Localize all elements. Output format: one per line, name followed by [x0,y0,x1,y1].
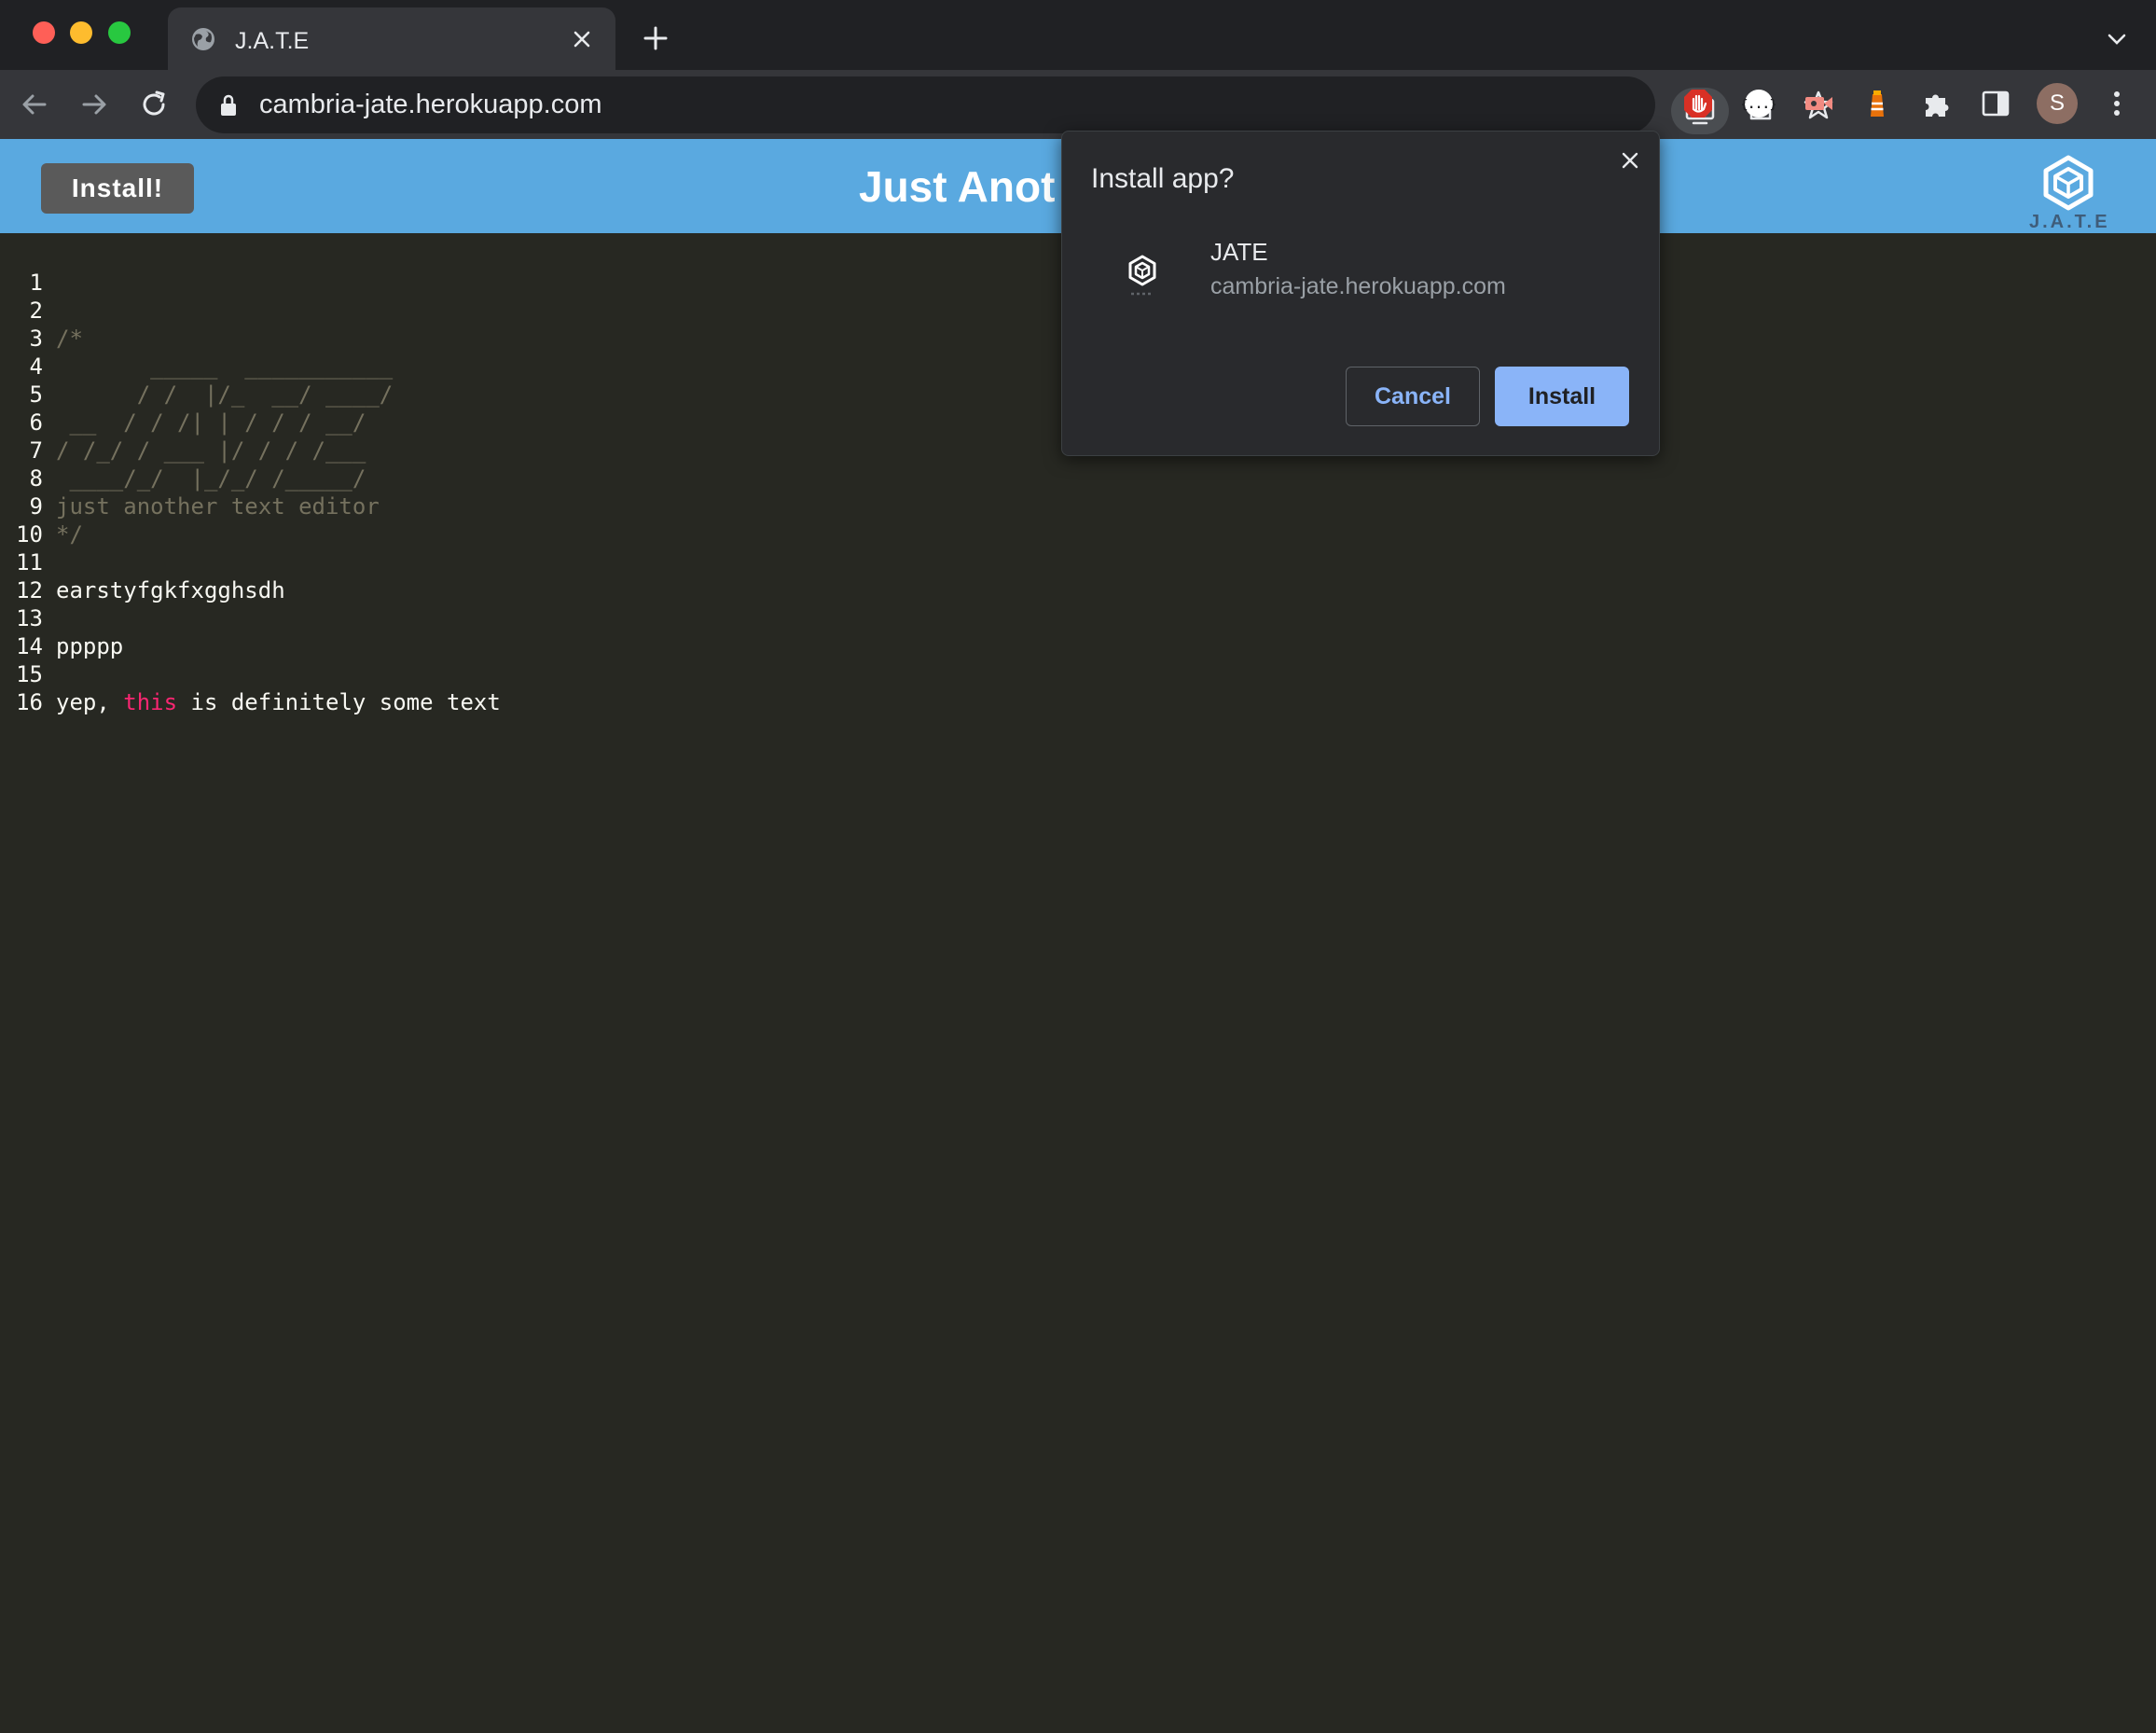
dialog-app-url: cambria-jate.herokuapp.com [1210,273,1506,299]
forward-arrow-icon[interactable] [76,87,112,122]
editor-line: 2 /* [0,269,83,352]
line-text: __ / / /| | / / / __/ [56,409,366,436]
line-text: ____/_/ |_/_/ /_____/ [56,465,366,492]
editor-line: 5 __ / / /| | / / / __/ [0,353,366,436]
app-icon [1128,255,1156,296]
svg-text:{...}: {...} [1742,98,1776,112]
line-number: 16 [16,689,43,715]
editor-line: 10 [0,492,54,548]
editor-line: 3 _____ ___________ [0,297,394,380]
app-install-button[interactable]: Install! [41,163,194,214]
cancel-button[interactable]: Cancel [1346,367,1480,426]
editor-line: 4 / / |/_ __/ ____/ [0,325,394,408]
install-app-dialog: Install app? JATE cambria-jate.herokuapp… [1061,131,1660,456]
more-menu-icon[interactable] [2100,87,2134,120]
line-text: just another text editor [56,493,380,520]
logo-text: J.A.T.E [2029,212,2110,232]
editor-line: 7 ____/_/ |_/_/ /_____/ [0,409,366,492]
side-panel-icon[interactable] [1979,87,2012,120]
close-tab-icon[interactable] [569,26,595,52]
editor-line: 9 */ [0,464,83,548]
tab-title: J.A.T.E [235,28,310,54]
editor-line: 1 [0,241,54,296]
line-text: earstyfgkfxgghsdh [56,577,285,603]
maximize-window-button[interactable] [108,21,131,44]
minimize-window-button[interactable] [70,21,92,44]
profile-avatar[interactable]: S [2037,83,2078,124]
code-editor[interactable]: 1 2 /* 3 _____ ___________ 4 / / |/_ __/… [0,233,2156,1733]
editor-line: 6 / /_/ / ___ |/ / / /___ [0,381,366,464]
browser-tab-strip: J.A.T.E [0,0,2156,70]
adblock-extension-icon[interactable] [1681,87,1715,120]
editor-line: 11 earstyfgkfxgghsdh [0,520,285,603]
new-tab-icon[interactable] [642,24,670,52]
close-icon[interactable] [1616,146,1644,174]
line-text: /* [56,326,83,352]
line-text: / / |/_ __/ ____/ [56,381,394,408]
install-button[interactable]: Install [1495,367,1629,426]
line-text: ppppp [56,633,124,659]
puzzle-extensions-icon[interactable] [1920,87,1954,120]
browser-tab[interactable]: J.A.T.E [168,7,615,70]
line-text-before: yep, [56,689,124,715]
line-text: */ [56,521,83,548]
keyword-this: this [123,689,178,715]
page-title: Just Anot [859,162,1056,211]
editor-line: 8 just another text editor [0,437,380,520]
editor-line: 13 ppppp [0,576,123,659]
editor-line: 16 [0,660,54,715]
browser-toolbar: cambria-jate.herokuapp.com {...} S [0,70,2156,139]
chevron-down-icon[interactable] [2104,26,2130,52]
url-text[interactable]: cambria-jate.herokuapp.com [259,90,602,120]
dialog-app-name: JATE [1210,238,1268,266]
lighthouse-extension-icon[interactable] [1860,87,1894,120]
dialog-title: Install app? [1091,163,1235,194]
globe-icon [192,28,214,50]
reload-icon[interactable] [136,87,172,122]
editor-line: 12 [0,548,54,603]
editor-line: 15 yep, this is definitely some text [0,632,501,715]
line-text: yep, this is definitely some text [56,688,501,716]
back-arrow-icon[interactable] [17,87,52,122]
address-bar[interactable]: cambria-jate.herokuapp.com [196,76,1833,134]
line-text-after: is definitely some text [177,689,501,715]
screen-recorder-extension-icon[interactable] [1802,87,1835,120]
lock-icon[interactable] [218,93,239,118]
line-text: _____ ___________ [56,354,394,380]
editor-line: 14 [0,604,54,659]
line-text: / /_/ / ___ |/ / / /___ [56,437,366,464]
close-window-button[interactable] [33,21,55,44]
json-viewer-extension-icon[interactable]: {...} [1742,87,1776,120]
